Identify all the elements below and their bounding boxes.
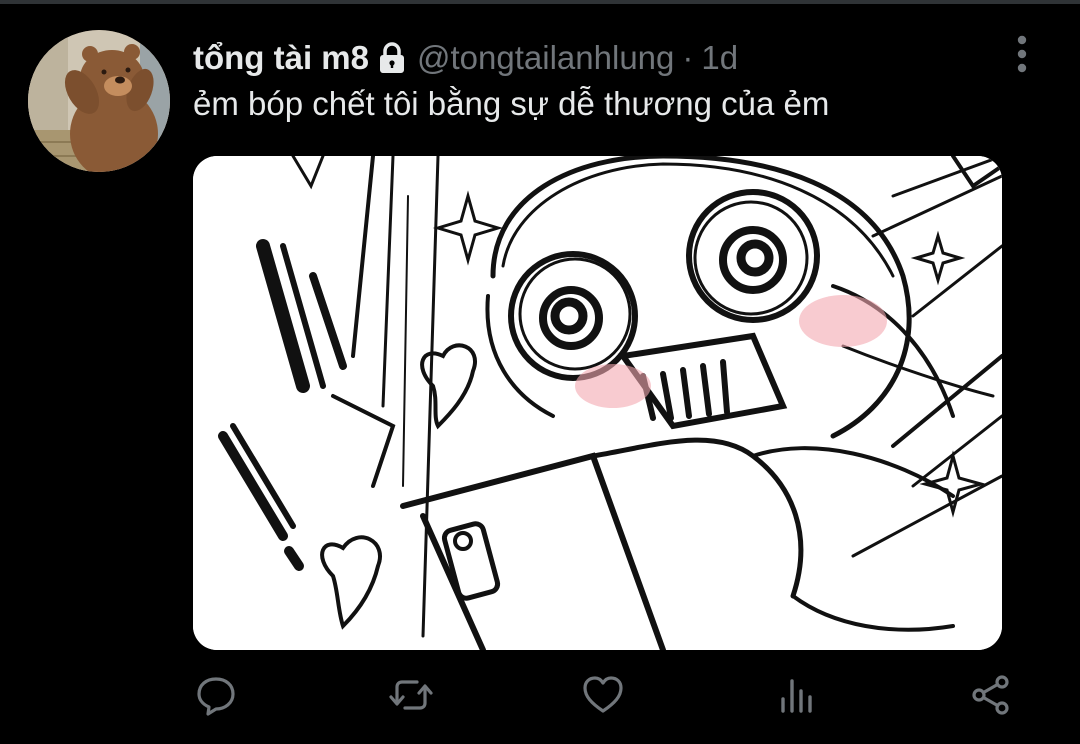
vertical-ellipsis-icon [1017,35,1027,73]
action-bar [0,668,1080,722]
divider [0,0,1080,4]
speech-bubble-icon [197,677,235,716]
tweet-media[interactable] [193,156,1002,650]
like-button[interactable] [576,668,630,722]
user-handle[interactable]: @tongtailanhlung [417,39,674,77]
retweet-button[interactable] [384,668,438,722]
more-options-button[interactable] [1006,34,1038,78]
retweet-arrows-icon [389,680,433,710]
bar-chart-icon [781,679,812,713]
reply-button[interactable] [189,668,243,722]
avatar[interactable] [28,30,170,172]
tweet-text: ẻm bóp chết tôi bằng sự dễ thương của ẻm [193,85,830,122]
share-nodes-icon [972,675,1009,715]
share-button[interactable] [964,668,1018,722]
sketch-image [193,156,1002,650]
timestamp[interactable]: 1d [701,39,738,77]
tweet-header: tổng tài m8 @tongtailanhlung · 1d [193,36,738,80]
display-name[interactable]: tổng tài m8 [193,39,369,77]
separator-dot: · [682,39,694,76]
heart-icon [583,676,623,713]
views-button[interactable] [770,668,824,722]
bear-avatar-icon [28,30,170,172]
lock-icon [377,41,407,75]
tweet[interactable]: tổng tài m8 @tongtailanhlung · 1d ẻm bóp… [0,0,1080,744]
